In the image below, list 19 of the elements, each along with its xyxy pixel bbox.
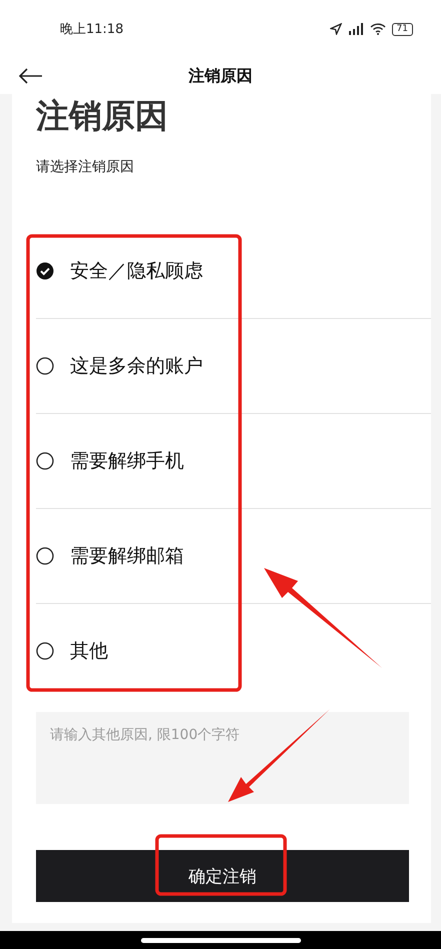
checked-radio-icon[interactable] <box>36 262 54 280</box>
battery-level: 71 <box>392 22 413 36</box>
radio-icon[interactable] <box>36 642 54 660</box>
signal-icon <box>348 23 364 35</box>
reason-option[interactable]: 安全／隐私顾虑 <box>36 224 431 319</box>
location-icon <box>330 23 342 35</box>
reason-option[interactable]: 其他 <box>36 604 431 698</box>
status-time: 晚上11:18 <box>60 21 124 38</box>
reason-option[interactable]: 需要解绑手机 <box>36 414 431 509</box>
radio-icon[interactable] <box>36 452 54 470</box>
header-title: 注销原因 <box>188 66 252 86</box>
confirm-button[interactable]: 确定注销 <box>36 850 409 902</box>
page-subtitle: 请选择注销原因 <box>36 158 135 176</box>
wifi-icon <box>370 23 386 35</box>
other-reason-field[interactable]: 请输入其他原因, 限100个字符 <box>36 712 409 804</box>
radio-icon[interactable] <box>36 547 54 565</box>
reason-option[interactable]: 这是多余的账户 <box>36 319 431 414</box>
radio-icon[interactable] <box>36 357 54 375</box>
page-title: 注销原因 <box>36 95 169 136</box>
